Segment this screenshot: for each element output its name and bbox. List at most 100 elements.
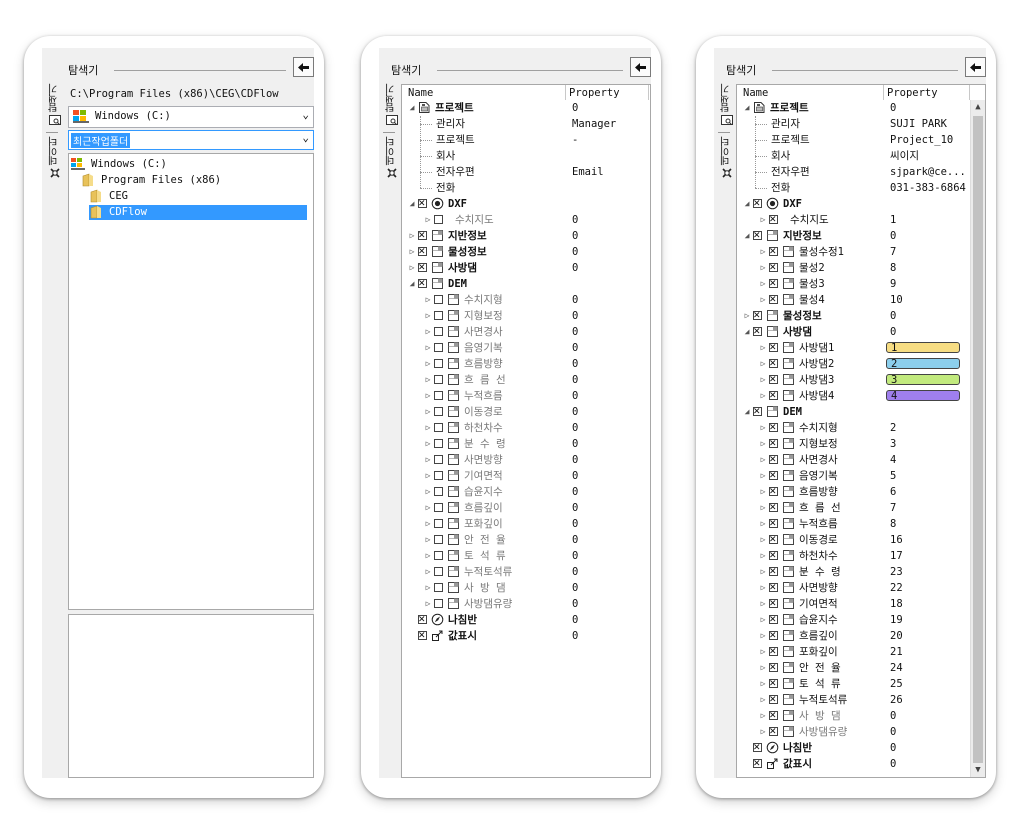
expand-arrow-closed-icon[interactable]: ▷ — [408, 260, 416, 276]
layer-checkbox[interactable] — [434, 375, 443, 384]
folder-tree-item[interactable]: CEG — [89, 189, 132, 204]
tree-row[interactable]: ▷ 지형보정 0 — [402, 308, 661, 324]
tree-row[interactable]: ▷ 사 방 댐 0 — [737, 708, 981, 724]
tree-row[interactable]: ◢ 프로젝트 0 — [737, 100, 981, 116]
layer-checkbox[interactable] — [434, 583, 443, 592]
folder-tree-item[interactable]: Windows (C:) — [71, 157, 171, 172]
tree-row[interactable]: ◢ DEM — [402, 276, 661, 292]
collapse-button[interactable] — [965, 57, 986, 77]
layer-checkbox[interactable] — [769, 292, 778, 308]
expand-arrow-closed-icon[interactable]: ▷ — [759, 452, 767, 468]
column-divider[interactable] — [648, 85, 649, 100]
layer-checkbox[interactable] — [769, 436, 778, 452]
expand-arrow-closed-icon[interactable]: ▷ — [424, 452, 432, 468]
tree-row[interactable]: ▷ 흐름방향 0 — [402, 356, 661, 372]
tree-row[interactable]: ◢ DXF — [402, 196, 661, 212]
expand-arrow-closed-icon[interactable]: ▷ — [424, 292, 432, 308]
layer-checkbox[interactable] — [769, 356, 778, 372]
tree-row[interactable]: ▷ 수치지형 2 — [737, 420, 981, 436]
expand-arrow-open-icon[interactable]: ◢ — [408, 100, 416, 116]
folder-tree-item[interactable]: Program Files (x86) — [81, 173, 225, 188]
tree-row[interactable]: ▷ 흐 름 선 7 — [737, 500, 981, 516]
color-swatch[interactable]: 1 — [886, 342, 960, 353]
expand-arrow-closed-icon[interactable]: ▷ — [759, 708, 767, 724]
expand-arrow-closed-icon[interactable]: ▷ — [424, 420, 432, 436]
tree-row[interactable]: 관리자 SUJI PARK — [737, 116, 981, 132]
layer-checkbox[interactable] — [434, 439, 443, 448]
tree-row[interactable]: 관리자 Manager — [402, 116, 661, 132]
tree-row[interactable]: ▷ 물성정보 0 — [402, 244, 661, 260]
tree-row[interactable]: 나침반 0 — [737, 740, 981, 756]
expand-arrow-closed-icon[interactable]: ▷ — [759, 580, 767, 596]
layer-checkbox[interactable] — [418, 276, 427, 292]
tree-row[interactable]: ▷ 사면방향 22 — [737, 580, 981, 596]
expand-arrow-closed-icon[interactable]: ▷ — [743, 308, 751, 324]
tree-row[interactable]: ▷ 수치지형 0 — [402, 292, 661, 308]
expand-arrow-closed-icon[interactable]: ▷ — [759, 676, 767, 692]
layer-checkbox[interactable] — [418, 228, 427, 244]
tree-row[interactable]: ▷ 누적흐름 0 — [402, 388, 661, 404]
layer-checkbox[interactable] — [434, 215, 443, 224]
layer-checkbox[interactable] — [434, 423, 443, 432]
tab-data[interactable]: 데이터 — [383, 137, 400, 182]
expand-arrow-closed-icon[interactable]: ▷ — [424, 596, 432, 612]
expand-arrow-closed-icon[interactable]: ▷ — [424, 388, 432, 404]
tree-row[interactable]: ▷ 물성2 8 — [737, 260, 981, 276]
expand-arrow-closed-icon[interactable]: ▷ — [759, 692, 767, 708]
layer-checkbox[interactable] — [769, 388, 778, 404]
layer-checkbox[interactable] — [769, 628, 778, 644]
tree-row[interactable]: ▷ 기여면적 18 — [737, 596, 981, 612]
layer-checkbox[interactable] — [418, 628, 427, 644]
column-divider[interactable] — [565, 85, 566, 100]
tree-row[interactable]: ▷ 물성3 9 — [737, 276, 981, 292]
expand-arrow-open-icon[interactable]: ◢ — [408, 276, 416, 292]
layer-checkbox[interactable] — [753, 228, 762, 244]
expand-arrow-closed-icon[interactable]: ▷ — [424, 516, 432, 532]
tree-row[interactable]: ▷ 누적토석류 26 — [737, 692, 981, 708]
layer-checkbox[interactable] — [769, 500, 778, 516]
expand-arrow-closed-icon[interactable]: ▷ — [759, 500, 767, 516]
layer-checkbox[interactable] — [769, 548, 778, 564]
tree-row[interactable]: 프로젝트 Project_10 — [737, 132, 981, 148]
expand-arrow-closed-icon[interactable]: ▷ — [424, 500, 432, 516]
vertical-scrollbar[interactable]: ▲ ▼ — [970, 100, 985, 777]
expand-arrow-closed-icon[interactable]: ▷ — [759, 276, 767, 292]
tab-explorer[interactable]: 탐색기 — [46, 84, 63, 128]
layer-checkbox[interactable] — [753, 196, 762, 212]
expand-arrow-closed-icon[interactable]: ▷ — [759, 644, 767, 660]
expand-arrow-closed-icon[interactable]: ▷ — [408, 228, 416, 244]
layer-checkbox[interactable] — [753, 308, 762, 324]
tab-explorer[interactable]: 탐색기 — [718, 84, 735, 128]
expand-arrow-open-icon[interactable]: ◢ — [408, 196, 416, 212]
column-divider[interactable] — [969, 85, 970, 100]
tree-row[interactable]: ▷ 하천차수 0 — [402, 420, 661, 436]
expand-arrow-closed-icon[interactable]: ▷ — [759, 436, 767, 452]
expand-arrow-closed-icon[interactable]: ▷ — [759, 260, 767, 276]
layer-checkbox[interactable] — [418, 244, 427, 260]
expand-arrow-closed-icon[interactable]: ▷ — [424, 548, 432, 564]
tree-row[interactable]: ▷ 분 수 령 0 — [402, 436, 661, 452]
layer-checkbox[interactable] — [769, 660, 778, 676]
expand-arrow-closed-icon[interactable]: ▷ — [424, 356, 432, 372]
tree-row[interactable]: 전화 031-383-6864 — [737, 180, 981, 196]
tree-row[interactable]: ▷ 습윤지수 19 — [737, 612, 981, 628]
tree-row[interactable]: ▷ 토 석 류 0 — [402, 548, 661, 564]
layer-checkbox[interactable] — [769, 484, 778, 500]
tree-row[interactable]: ▷ 누적흐름 8 — [737, 516, 981, 532]
tab-data[interactable]: 데이터 — [718, 137, 735, 182]
layer-checkbox[interactable] — [769, 516, 778, 532]
layer-checkbox[interactable] — [769, 420, 778, 436]
tree-row[interactable]: ▷ 지반정보 0 — [402, 228, 661, 244]
expand-arrow-open-icon[interactable]: ◢ — [743, 404, 751, 420]
tree-row[interactable]: 값표시 0 — [737, 756, 981, 772]
tree-row[interactable]: ▷ 이동경로 16 — [737, 532, 981, 548]
layer-checkbox[interactable] — [434, 359, 443, 368]
expand-arrow-closed-icon[interactable]: ▷ — [759, 244, 767, 260]
tree-row[interactable]: ▷ 포화깊이 0 — [402, 516, 661, 532]
tree-row[interactable]: ▷ 사면경사 0 — [402, 324, 661, 340]
tree-row[interactable]: 전화 — [402, 180, 661, 196]
layer-checkbox[interactable] — [434, 311, 443, 320]
expand-arrow-closed-icon[interactable]: ▷ — [424, 372, 432, 388]
tree-row[interactable]: ▷ 누적토석류 0 — [402, 564, 661, 580]
tree-row[interactable]: ▷ 물성4 10 — [737, 292, 981, 308]
